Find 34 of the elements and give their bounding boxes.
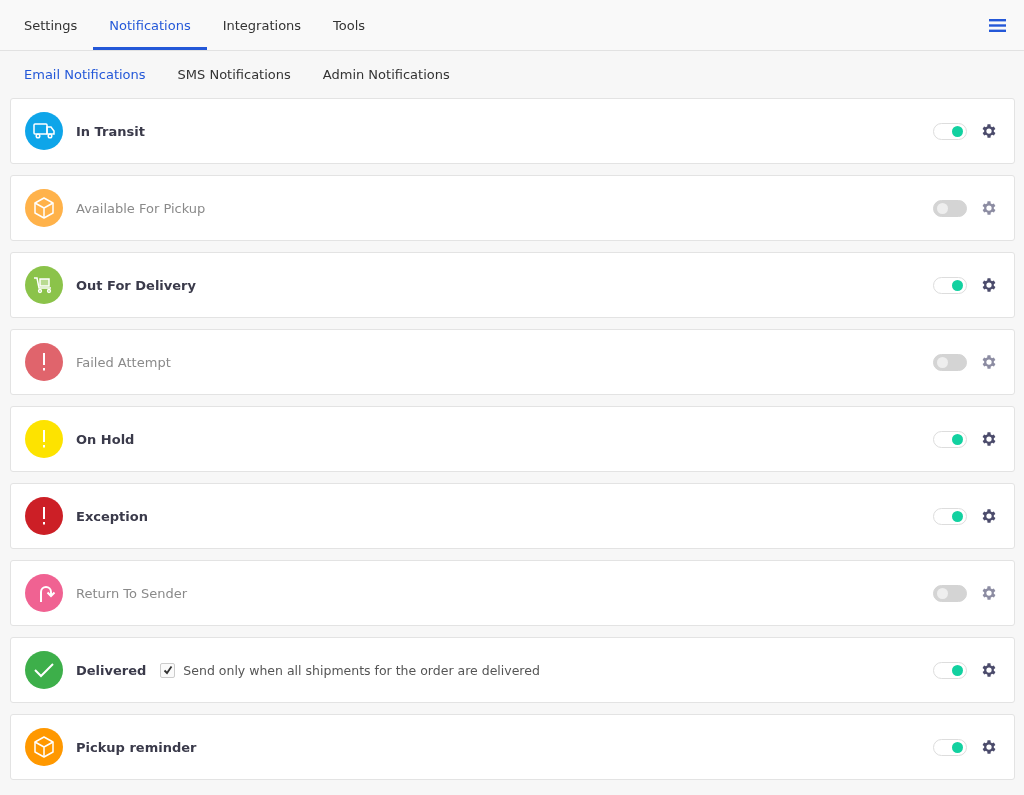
sub-tab[interactable]: SMS Notifications: [177, 67, 291, 82]
toggle-switch[interactable]: [933, 584, 967, 602]
notification-label: Failed Attempt: [76, 354, 171, 370]
sub-tab[interactable]: Email Notifications: [24, 67, 146, 82]
checkbox-label: Send only when all shipments for the order are delivered: [183, 662, 540, 678]
nav-tab[interactable]: Settings: [8, 3, 94, 50]
notification-label: Out For Delivery: [76, 277, 196, 293]
notification-label: In Transit: [76, 123, 145, 139]
settings-icon[interactable]: [980, 661, 998, 679]
toggle-switch[interactable]: [933, 430, 967, 448]
notification-label: Exception: [76, 508, 148, 524]
notification-label: Available For Pickup: [76, 200, 206, 216]
toggle-switch[interactable]: [933, 122, 967, 140]
settings-icon[interactable]: [980, 430, 998, 448]
checkbox[interactable]: [160, 662, 176, 678]
toggle-switch[interactable]: [933, 276, 967, 294]
nav-tab[interactable]: Notifications: [93, 3, 207, 50]
notification-label: Return To Sender: [76, 585, 188, 601]
nav-tab[interactable]: Tools: [317, 3, 382, 50]
settings-icon[interactable]: [980, 738, 998, 756]
toggle-switch[interactable]: [933, 738, 967, 756]
settings-icon[interactable]: [980, 507, 998, 525]
toggle-switch[interactable]: [933, 199, 967, 217]
notification-label: Delivered: [76, 662, 147, 678]
menu-icon[interactable]: [989, 18, 1006, 32]
settings-icon[interactable]: [980, 276, 998, 294]
toggle-switch[interactable]: [933, 353, 967, 371]
toggle-switch[interactable]: [933, 661, 967, 679]
sub-tab[interactable]: Admin Notifications: [322, 67, 450, 82]
toggle-switch[interactable]: [933, 507, 967, 525]
notification-label: Pickup reminder: [76, 739, 197, 755]
notification-label: On Hold: [76, 431, 135, 447]
settings-icon[interactable]: [980, 122, 998, 140]
nav-tab[interactable]: Integrations: [206, 3, 318, 50]
